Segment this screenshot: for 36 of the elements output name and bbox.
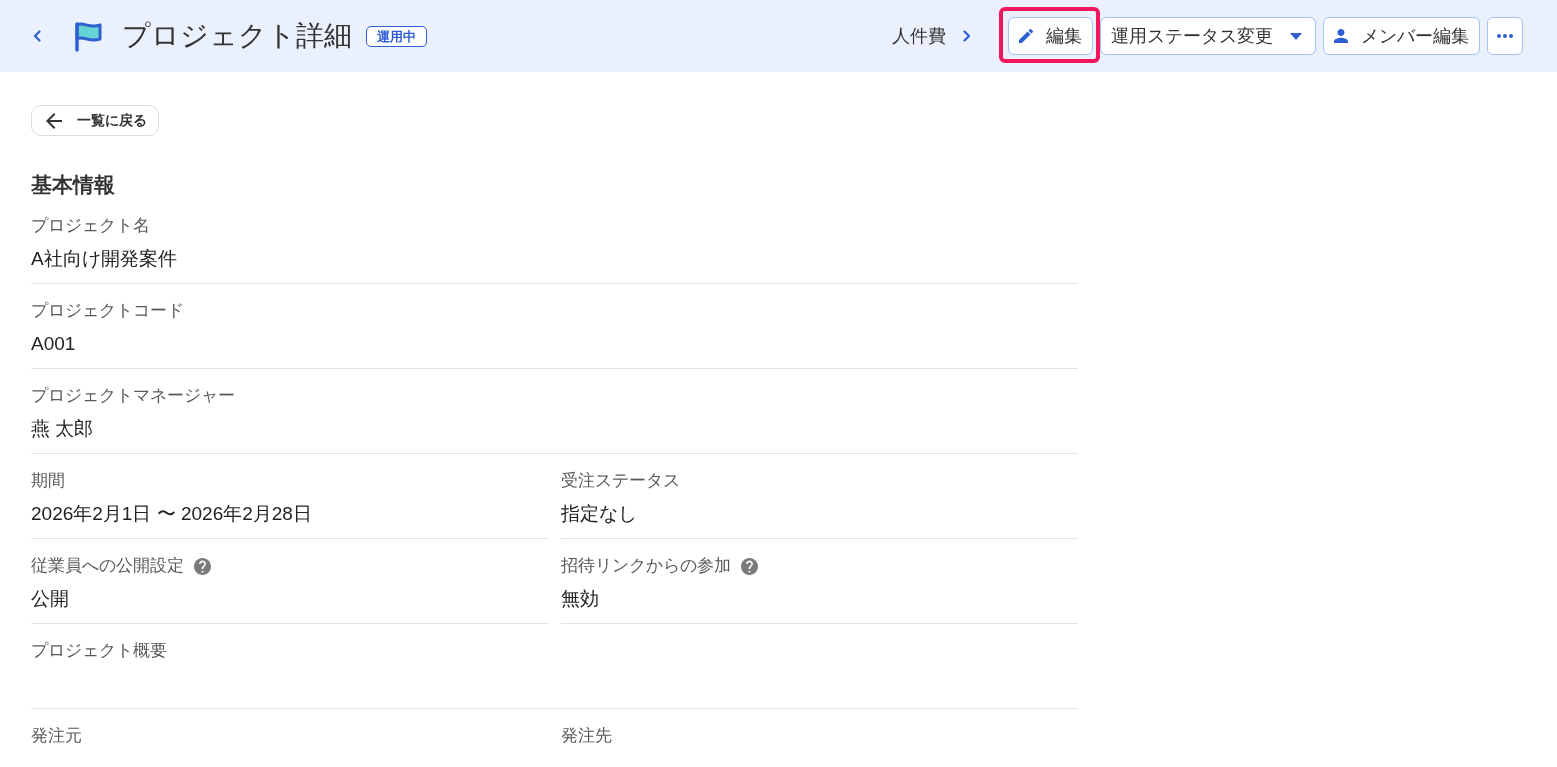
field-label: 発注先 bbox=[560, 725, 612, 747]
field-label: プロジェクト名 bbox=[31, 215, 150, 237]
flag-icon bbox=[73, 20, 103, 52]
field-label: 従業員への公開設定 bbox=[31, 555, 184, 577]
more-button[interactable] bbox=[1487, 17, 1523, 55]
page-title: プロジェクト詳細 bbox=[122, 19, 352, 53]
breadcrumb-link[interactable]: 人件費 bbox=[892, 24, 971, 48]
chevron-left-icon bbox=[33, 30, 41, 42]
pencil-icon bbox=[1019, 29, 1033, 43]
section-title: 基本情報 bbox=[31, 172, 115, 198]
caret-down-icon bbox=[1290, 32, 1302, 40]
field-value: 指定なし bbox=[560, 503, 637, 524]
status-badge: 運用中 bbox=[366, 25, 427, 47]
field-value: 無効 bbox=[560, 588, 599, 609]
field-value: 公開 bbox=[31, 588, 69, 609]
help-icon[interactable] bbox=[194, 557, 211, 575]
field-value: A社向け開発案件 bbox=[31, 248, 177, 269]
help-icon[interactable] bbox=[740, 557, 758, 575]
field-label: 招待リンクからの参加 bbox=[560, 555, 731, 577]
back-to-list-button[interactable]: 一覧に戻る bbox=[31, 105, 159, 136]
field-label: 受注ステータス bbox=[560, 470, 680, 492]
status-dropdown-button[interactable]: 運用ステータス変更 bbox=[1100, 17, 1316, 55]
person-icon bbox=[1334, 29, 1348, 43]
member-edit-button[interactable]: メンバー編集 bbox=[1323, 17, 1480, 55]
arrow-left-icon bbox=[46, 112, 62, 129]
field-label: 発注元 bbox=[31, 725, 82, 747]
field-label: 期間 bbox=[31, 470, 65, 492]
field-label: プロジェクトコード bbox=[31, 300, 184, 322]
field-value: A001 bbox=[31, 333, 76, 354]
field-label: プロジェクト概要 bbox=[31, 640, 167, 662]
field-value: 燕 太郎 bbox=[31, 418, 94, 439]
more-dots-icon bbox=[1497, 34, 1513, 38]
field-label: プロジェクトマネージャー bbox=[31, 385, 235, 407]
edit-button[interactable]: 編集 bbox=[1008, 17, 1093, 55]
chevron-right-icon bbox=[963, 30, 971, 42]
field-value: 2026年2月1日 〜 2026年2月28日 bbox=[31, 503, 312, 524]
